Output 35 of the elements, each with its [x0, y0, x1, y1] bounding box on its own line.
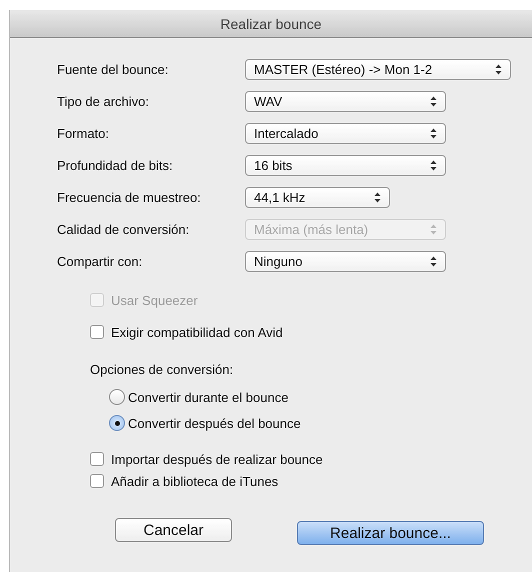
radio-label: Convertir durante el bounce [128, 390, 288, 404]
field-label: Profundidad de bits: [57, 158, 174, 172]
cancel-button[interactable]: Cancelar [115, 518, 232, 542]
checkbox[interactable] [90, 452, 104, 466]
updown-arrows-icon [430, 256, 437, 266]
window-title: Realizar bounce [220, 16, 322, 32]
popup-menu[interactable]: MASTER (Estéreo) -> Mon 1-2 [245, 58, 511, 80]
updown-arrows-icon [430, 96, 437, 106]
field-label: Formato: [57, 126, 110, 140]
radio-button[interactable] [109, 415, 125, 431]
updown-arrows-icon [430, 224, 437, 234]
field-label: Calidad de conversión: [57, 222, 190, 236]
updown-arrows-icon [430, 160, 437, 170]
popup-menu[interactable]: Ninguno [245, 250, 446, 272]
radio-button[interactable] [109, 389, 125, 405]
popup-menu[interactable]: 44,1 kHz [245, 186, 390, 208]
checkbox-label: Importar después de realizar bounce [111, 452, 323, 466]
field-label: Fuente del bounce: [57, 62, 170, 76]
radio-label: Convertir después del bounce [128, 416, 301, 430]
section-label: Opciones de conversión: [90, 362, 234, 379]
checkbox[interactable] [90, 474, 104, 488]
default-button[interactable]: Realizar bounce... [297, 521, 484, 545]
checkbox[interactable] [90, 325, 104, 339]
updown-arrows-icon [430, 128, 437, 138]
checkbox-label: Exigir compatibilidad con Avid [111, 324, 283, 340]
popup-menu[interactable]: WAV [245, 90, 446, 112]
updown-arrows-icon [374, 192, 381, 202]
popup-menu[interactable]: Intercalado [245, 122, 446, 144]
checkbox-label: Usar Squeezer [111, 292, 198, 308]
checkbox-label: Añadir a biblioteca de iTunes [111, 474, 278, 488]
field-label: Tipo de archivo: [57, 94, 150, 108]
field-label: Compartir con: [57, 254, 144, 268]
popup-menu[interactable]: 16 bits [245, 154, 446, 176]
updown-arrows-icon [495, 64, 502, 74]
field-label: Frecuencia de muestreo: [57, 190, 202, 204]
